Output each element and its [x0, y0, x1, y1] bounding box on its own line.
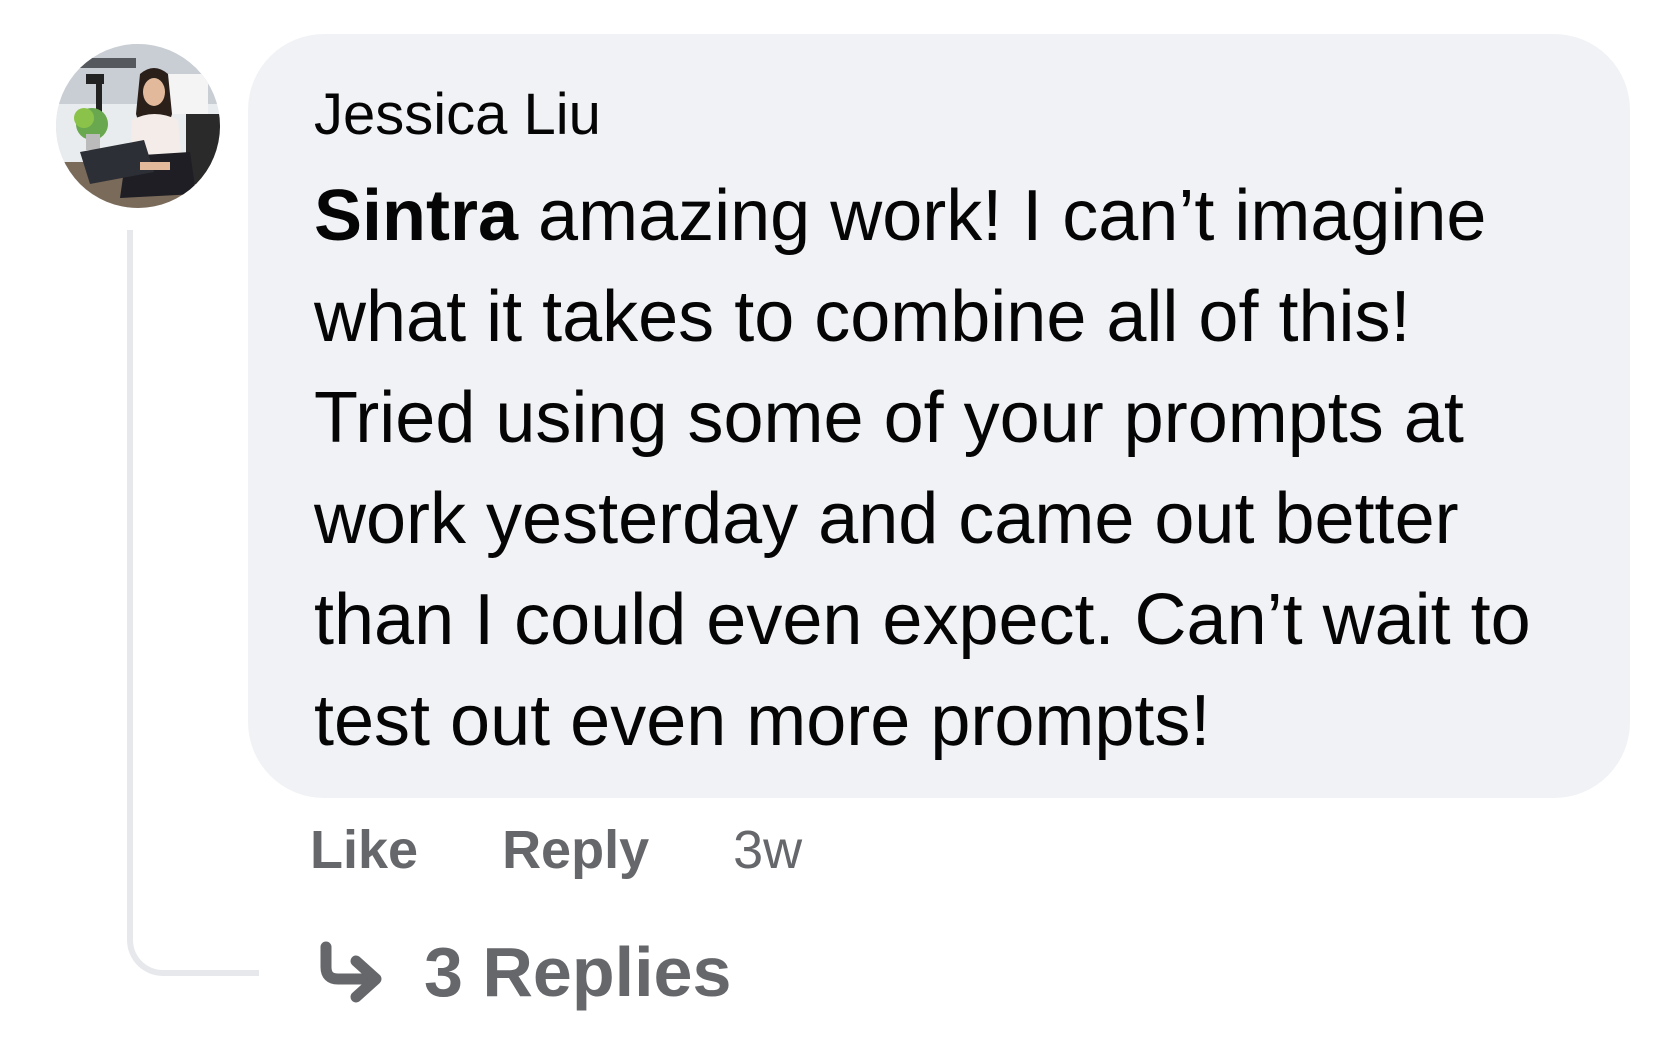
comment-author-name[interactable]: Jessica Liu	[314, 86, 1570, 144]
comment-body: amazing work! I can’t imagine what it ta…	[314, 176, 1531, 761]
view-replies-button[interactable]: 3 Replies	[316, 932, 731, 1012]
comment-timestamp[interactable]: 3w	[733, 818, 802, 882]
like-button[interactable]: Like	[310, 818, 418, 882]
comment-text: Sintra amazing work! I can’t imagine wha…	[314, 166, 1570, 772]
reply-arrow-icon	[316, 941, 390, 1003]
avatar[interactable]	[56, 44, 220, 208]
reply-button[interactable]: Reply	[502, 818, 649, 882]
thread-connector-line	[127, 230, 259, 976]
replies-label: 3 Replies	[424, 933, 732, 1011]
comment-bubble: Jessica Liu Sintra amazing work! I can’t…	[248, 34, 1630, 798]
mention-tag[interactable]: Sintra	[314, 176, 518, 256]
profile-photo-icon	[56, 44, 220, 208]
comment-actions: Like Reply 3w	[310, 818, 802, 882]
